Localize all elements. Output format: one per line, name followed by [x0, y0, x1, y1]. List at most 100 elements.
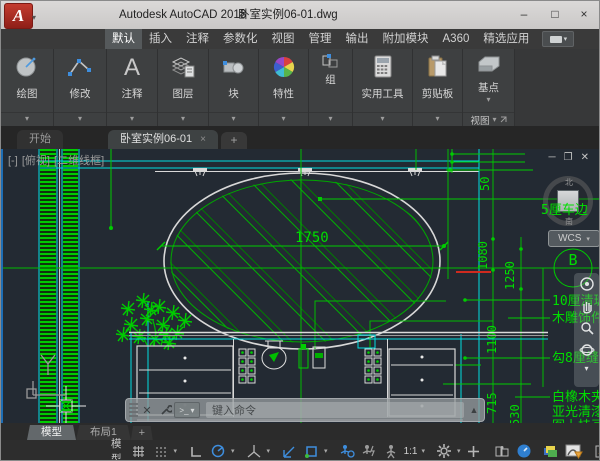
command-close-icon[interactable]: ✕ [138, 404, 156, 417]
layers-button[interactable]: 图层 [170, 49, 196, 112]
media-connect-icon[interactable]: ▾ [542, 31, 574, 47]
chevron-down-icon[interactable]: ▾ [265, 447, 273, 455]
model-space-button[interactable]: 模型 [105, 436, 128, 461]
isolate-objects-icon[interactable] [513, 442, 535, 460]
ribbon-tab-annotate[interactable]: 注释 [179, 29, 216, 49]
view-panel-footer[interactable]: 视图 ▾ [463, 112, 514, 126]
command-prompt-icon[interactable]: >_▾ [174, 402, 200, 418]
wcs-dropdown[interactable]: WCS ▾ [548, 230, 600, 247]
maximize-button[interactable]: □ [540, 1, 570, 27]
ribbon-tab-a360[interactable]: A360 [436, 29, 477, 49]
command-input[interactable]: 键入命令 [206, 402, 464, 418]
viewport-view-label[interactable]: [俯视] [22, 155, 50, 167]
chevron-down-icon[interactable]: ▾ [322, 447, 330, 455]
panel-dropdown-arrow[interactable]: ▾ [158, 112, 208, 126]
viewport-minimize-icon[interactable]: ─ [549, 152, 564, 163]
clean-screen-icon[interactable] [591, 442, 600, 460]
chevron-down-icon[interactable]: ▾ [229, 447, 237, 455]
modify-button[interactable]: 修改 [67, 49, 93, 112]
command-history-up-icon[interactable]: ▲ [464, 405, 484, 415]
pan-hand-icon[interactable] [574, 295, 599, 317]
navigation-bar: ▾ [574, 273, 599, 387]
osnap-tracking-icon[interactable] [278, 442, 300, 460]
annotation-monitor-icon[interactable] [463, 442, 485, 460]
viewport-restore-icon[interactable]: ❐ [564, 152, 581, 163]
chevron-down-icon[interactable]: ▾ [455, 447, 463, 455]
app-menu-caret-icon[interactable]: ▾ [32, 13, 36, 22]
quick-properties-icon[interactable] [491, 442, 513, 460]
annotation-autoscale-icon[interactable] [358, 442, 380, 460]
document-title: 卧室实例06-01.dwg [238, 1, 338, 29]
ribbon-tab-parametric[interactable]: 参数化 [216, 29, 265, 49]
properties-color-wheel-icon [271, 52, 297, 82]
graphics-performance-icon[interactable] [563, 442, 585, 460]
workspace-gear-icon[interactable] [433, 442, 455, 460]
ribbon-panel-properties: 特性 ▾ [259, 49, 309, 126]
file-tab-close-icon[interactable]: × [200, 130, 206, 149]
new-layout-button[interactable]: + [131, 426, 153, 440]
panel-dropdown-arrow[interactable]: ▾ [309, 112, 352, 126]
svg-text:白橡木夹: 白橡木夹 [552, 389, 600, 405]
ribbon-tab-manage[interactable]: 管理 [302, 29, 339, 49]
panel-dropdown-arrow[interactable]: ▾ [54, 112, 106, 126]
draw-button[interactable]: 绘图 [14, 49, 40, 112]
command-line-bar[interactable]: ✕ >_▾ 键入命令 ▲ [125, 398, 485, 422]
panel-launcher-icon[interactable] [500, 116, 507, 123]
ribbon-panel-block: 块 ▾ [209, 49, 259, 126]
panel-dropdown-arrow[interactable]: ▾ [259, 112, 308, 126]
orbit-icon[interactable] [574, 339, 599, 361]
polar-tracking-icon[interactable] [207, 442, 229, 460]
close-button[interactable]: × [569, 1, 599, 27]
file-tab-document[interactable]: 卧室实例06-01 × [108, 130, 218, 149]
snap-grid-icon[interactable] [128, 442, 150, 460]
ribbon-tab-insert[interactable]: 插入 [142, 29, 179, 49]
hardware-acceleration-icon[interactable] [541, 442, 563, 460]
group-button[interactable]: 组 [321, 49, 341, 112]
ribbon-tab-row: 默认 插入 注释 参数化 视图 管理 输出 附加模块 A360 精选应用 ▾ [1, 29, 600, 49]
viewport-style-label[interactable]: [二维线框] [54, 155, 104, 167]
ribbon-tab-view[interactable]: 视图 [265, 29, 302, 49]
panel-dropdown-arrow[interactable]: ▾ [209, 112, 258, 126]
annotation-scale-value[interactable]: 1:1 [402, 446, 420, 457]
app-menu-icon[interactable]: A [4, 3, 33, 29]
properties-button[interactable]: 特性 [271, 49, 297, 112]
panel-label: 绘图 [17, 86, 38, 101]
viewport-controls-label[interactable]: [-] [8, 155, 18, 167]
viewcube-north-label[interactable]: 北 [565, 177, 573, 188]
panel-dropdown-arrow[interactable]: ▾ [413, 112, 462, 126]
navigation-wheel-icon[interactable] [574, 273, 599, 295]
panel-dropdown-arrow[interactable]: ▾ [353, 112, 412, 126]
viewport-close-icon[interactable]: ✕ [581, 152, 597, 163]
zoom-icon[interactable] [574, 317, 599, 339]
svg-text:A: A [124, 54, 140, 80]
command-customize-wrench-icon[interactable] [156, 404, 174, 417]
annotate-button[interactable]: A 注释 [119, 49, 145, 112]
utilities-button[interactable]: 实用工具 [362, 49, 404, 112]
ribbon-tab-addins[interactable]: 附加模块 [376, 29, 436, 49]
isometric-drafting-icon[interactable] [243, 442, 265, 460]
clipboard-button[interactable]: 剪贴板 [422, 49, 454, 112]
base-point-button[interactable]: 基点 ▾ [476, 49, 502, 112]
ribbon-tab-featured-apps[interactable]: 精选应用 [476, 29, 536, 49]
drawing-canvas[interactable]: 1750 50 1080 1250 1100 715 530 [1, 149, 600, 423]
panel-dropdown-arrow[interactable]: ▾ [1, 112, 53, 126]
new-drawing-tab-button[interactable]: + [221, 132, 247, 149]
ortho-mode-icon[interactable] [185, 442, 207, 460]
minimize-button[interactable]: – [509, 1, 539, 27]
navbar-chevron-down-icon[interactable]: ▾ [574, 361, 599, 375]
block-button[interactable]: 块 [221, 49, 247, 112]
command-grip-handle[interactable] [129, 403, 138, 417]
annotation-visibility-icon[interactable] [336, 442, 358, 460]
ribbon-tab-home[interactable]: 默认 [105, 29, 142, 49]
annotation-scale-person-icon[interactable] [380, 442, 402, 460]
file-tab-start[interactable]: 开始 [17, 130, 63, 149]
panel-dropdown-arrow[interactable]: ▾ [107, 112, 157, 126]
annotate-icon: A [119, 52, 145, 82]
chevron-down-icon[interactable]: ▾ [419, 447, 427, 455]
ribbon-tab-output[interactable]: 输出 [339, 29, 376, 49]
ribbon-panel-layers: 图层 ▾ [158, 49, 209, 126]
chevron-down-icon[interactable]: ▾ [172, 447, 180, 455]
layout-tab-model[interactable]: 模型 [27, 425, 76, 440]
object-snap-icon[interactable] [300, 442, 322, 460]
grid-display-icon[interactable] [150, 442, 172, 460]
